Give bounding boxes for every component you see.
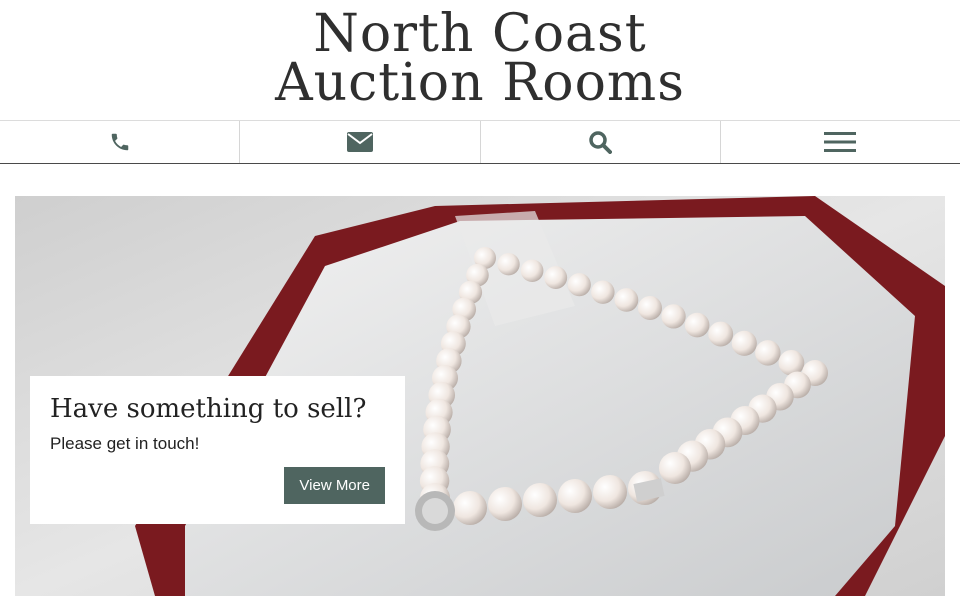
nav-phone[interactable] [0,121,241,163]
pearl [638,296,662,320]
pearl [453,491,487,525]
callout-heading: Have something to sell? [50,394,367,424]
pearl [708,321,734,347]
pearl [558,479,592,513]
pearl [520,259,544,283]
logo-line2: Auction Rooms [275,53,685,113]
nav-menu[interactable] [721,121,960,163]
pearl [731,330,757,356]
pearl [778,349,805,376]
callout-text: Please get in touch! [50,434,200,453]
phone-icon [109,131,131,153]
pearl [661,304,686,329]
site-logo[interactable]: North Coast Auction Rooms [0,8,960,109]
pearl [614,288,639,312]
pearl [488,487,522,521]
pearl [591,280,615,304]
icon-navbar [0,120,960,164]
pearl [567,273,591,297]
pearl [497,253,520,276]
sell-callout: Have something to sell? Please get in to… [30,376,405,524]
pearl [593,475,627,509]
nav-email[interactable] [240,121,481,163]
pearl [684,312,710,338]
pearl [659,452,691,484]
envelope-icon [346,132,373,152]
nav-search[interactable] [481,121,721,163]
menu-icon [824,130,857,154]
pearl [755,340,781,366]
site-header: North Coast Auction Rooms [0,0,960,120]
pearl [544,266,568,290]
pearl [523,483,557,517]
search-icon [588,130,613,154]
view-more-button[interactable]: View More [284,467,385,504]
